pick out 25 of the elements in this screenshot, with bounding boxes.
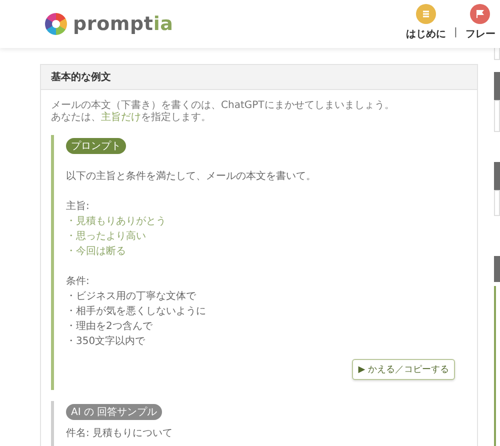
section-heading: 主旨: — [66, 200, 90, 214]
flag-icon — [475, 9, 486, 19]
sidebar-panel — [494, 256, 500, 282]
list-item: ・見積もりありがとう — [66, 214, 167, 229]
intro-text: メールの本文（下書き）を書くのは、ChatGPTにまかせてしまいましょう。 — [51, 100, 396, 112]
nav-separator: | — [454, 27, 458, 38]
section-heading: 条件: — [66, 275, 90, 289]
list-icon — [421, 9, 431, 19]
answer-badge: AI の 回答サンプル — [66, 404, 162, 420]
prompt-badge: プロンプト — [66, 138, 126, 154]
nav-link[interactable]: フレー — [465, 4, 496, 41]
card-title: 基本的な例文 — [41, 65, 478, 90]
nav-link[interactable]: はじめに — [406, 4, 446, 41]
copy-button[interactable]: ▶ かえる／コピーする — [352, 359, 456, 380]
logo-icon — [45, 13, 67, 35]
prompt-text: 以下の主旨と条件を満たして、メールの本文を書いて。 — [66, 170, 317, 184]
list-item: ・ビジネス用の丁寧な文体で — [66, 290, 197, 304]
answer-text: 件名: 見積もりについて — [66, 426, 174, 441]
list-item: ・思ったより高い — [66, 230, 147, 244]
list-item: ・理由を2つ含んで — [66, 320, 154, 334]
list-item: ・350文字以内で — [66, 334, 146, 349]
list-item: ・相手が気を悪くしないように — [66, 304, 207, 319]
intro-text: あなたは、主旨だけを指定します。 — [51, 112, 212, 124]
list-item: ・今回は断る — [66, 244, 127, 259]
logo-text[interactable]: promptia — [73, 13, 174, 35]
